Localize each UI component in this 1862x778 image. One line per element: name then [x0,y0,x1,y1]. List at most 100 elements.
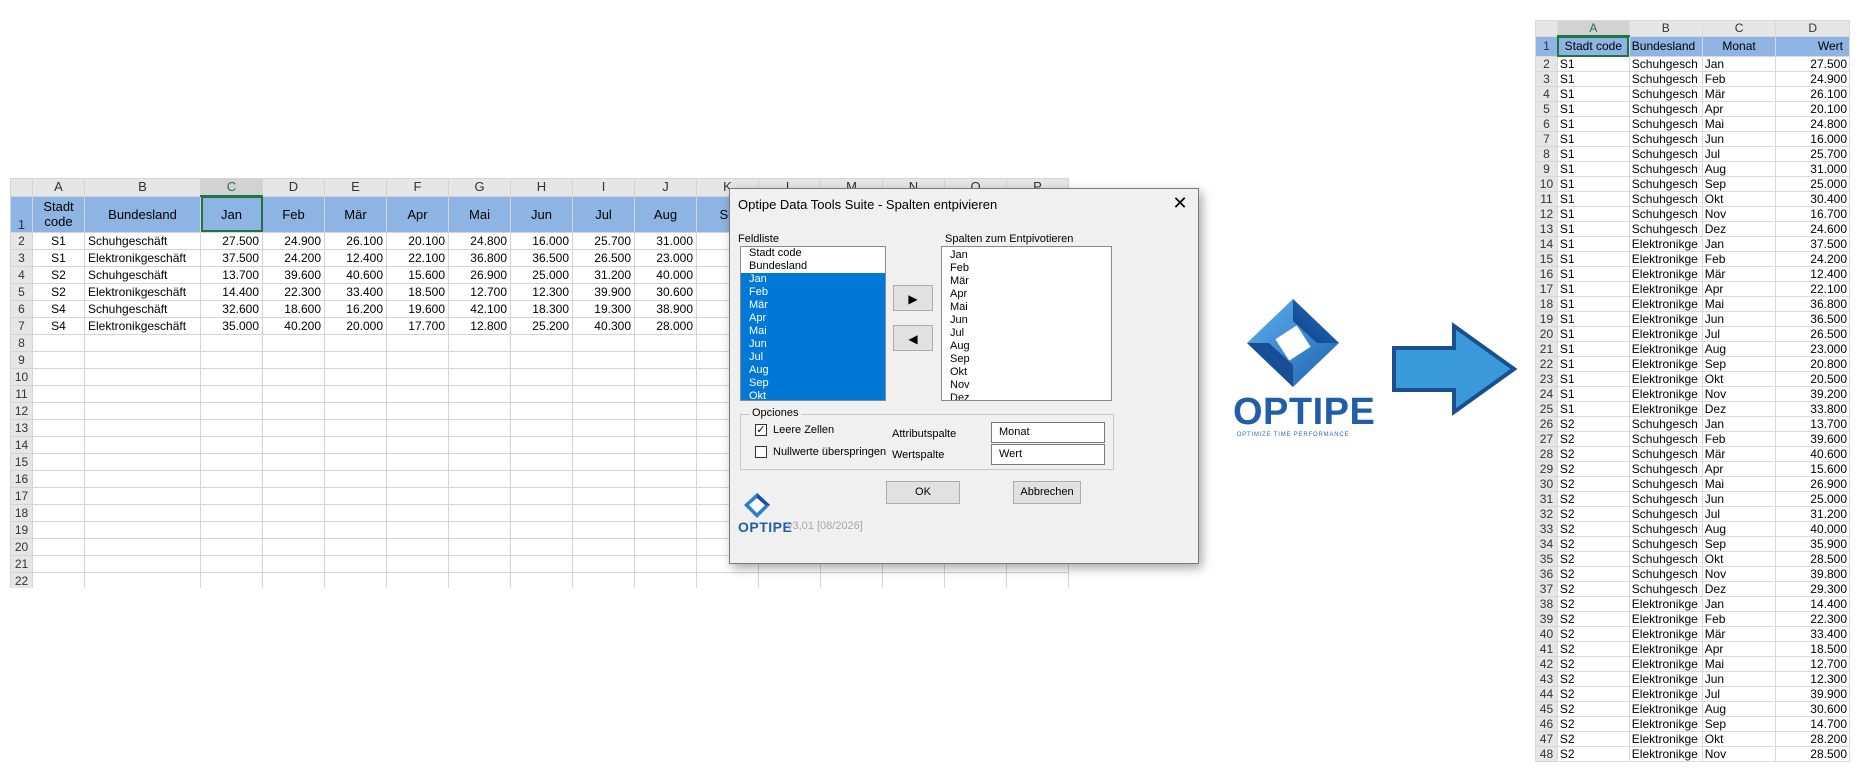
field-list-item[interactable]: Bundesland [741,260,885,273]
cell-value[interactable]: 39.900 [572,282,635,301]
cell[interactable] [32,486,85,505]
cell-value[interactable]: 20.100 [386,231,449,250]
row-header[interactable]: 11 [1535,191,1558,207]
unpivot-list-item[interactable]: Okt [942,366,1111,379]
cell[interactable] [324,384,387,403]
cell[interactable] [200,469,263,488]
skip-null-checkbox[interactable]: Nullwerte überspringen [755,446,886,458]
cell-bundesland[interactable]: Elektronikge [1628,746,1703,762]
row-header[interactable]: 16 [10,469,33,488]
cell[interactable] [84,333,201,352]
cell-monat[interactable]: Okt [1701,731,1777,747]
cell[interactable] [262,435,325,454]
cell-wert[interactable]: 26.100 [1775,86,1850,102]
cell-stadt-code[interactable]: S1 [1556,131,1630,147]
cell[interactable] [84,350,201,369]
cell[interactable] [696,571,759,588]
cell[interactable] [84,384,201,403]
cell[interactable] [200,367,263,386]
row-header[interactable]: 34 [1535,536,1558,552]
cell-monat[interactable]: Feb [1701,251,1777,267]
cell-wert[interactable]: 39.200 [1775,386,1850,402]
unpivot-list[interactable]: Jan Feb Mär Apr Mai Jun Jul Aug Sep Okt Nov Dez [941,246,1112,401]
cell[interactable] [510,571,573,588]
cell-stadt-code[interactable]: S2 [1556,611,1630,627]
cell-wert[interactable]: 16.000 [1775,131,1850,147]
cell-wert[interactable]: 30.400 [1775,191,1850,207]
row-header[interactable]: 45 [1535,701,1558,717]
cell-bundesland[interactable]: Schuhgesch [1628,506,1703,522]
active-cell[interactable]: Jan [200,195,263,233]
cell-monat[interactable]: Jan [1701,596,1777,612]
cell[interactable] [84,401,201,420]
cell-stadt-code[interactable]: S1 [1556,266,1630,282]
cell-wert[interactable]: 20.500 [1775,371,1850,387]
cell-stadt-code[interactable]: S2 [1556,491,1630,507]
cell-stadt-code[interactable]: S2 [1556,566,1630,582]
cell-stadt-code[interactable]: S1 [1556,296,1630,312]
cell-monat[interactable]: Apr [1701,101,1777,117]
cell-wert[interactable]: 26.500 [1775,326,1850,342]
cell[interactable] [448,469,511,488]
cell[interactable] [448,486,511,505]
cell-value[interactable]: 26.100 [324,231,387,250]
cell[interactable] [262,333,325,352]
cell[interactable] [32,384,85,403]
cell[interactable] [32,554,85,573]
empty-cells-checkbox[interactable]: ✓ Leere Zellen [755,424,834,436]
cell-wert[interactable]: 36.500 [1775,311,1850,327]
cell-wert[interactable]: 31.000 [1775,161,1850,177]
cell-bundesland[interactable]: Elektronikge [1628,311,1703,327]
cell-bundesland[interactable]: Schuhgesch [1628,86,1703,102]
cell-bundesland[interactable]: Schuhgesch [1628,416,1703,432]
field-list-item[interactable]: Mär [741,299,885,312]
header-cell[interactable]: Jun [510,195,573,233]
cell[interactable] [572,401,635,420]
cell[interactable] [32,469,85,488]
cell-stadt-code[interactable]: S1 [1556,206,1630,222]
unpivot-list-item[interactable]: Jun [942,314,1111,327]
cell-value[interactable]: 22.100 [386,248,449,267]
cell[interactable] [572,367,635,386]
cell-monat[interactable]: Aug [1701,701,1777,717]
field-list-item[interactable]: Okt [741,390,885,400]
cell-monat[interactable]: Sep [1701,536,1777,552]
header-cell[interactable]: Aug [634,195,697,233]
cell[interactable] [510,350,573,369]
cell-stadt-code[interactable]: S1 [32,231,85,250]
cell[interactable] [84,503,201,522]
cell[interactable] [262,520,325,539]
cell[interactable] [32,520,85,539]
cell[interactable] [262,486,325,505]
col-header[interactable]: C [1701,20,1777,37]
cell-value[interactable]: 42.100 [448,299,511,318]
cell[interactable] [200,401,263,420]
cell-value[interactable]: 22.300 [262,282,325,301]
cell[interactable] [32,452,85,471]
cell-value[interactable]: 17.700 [386,316,449,335]
cell-bundesland[interactable]: Elektronikgeschäft [84,316,201,335]
cell-stadt-code[interactable]: S1 [1556,236,1630,252]
cell-value[interactable]: 12.300 [510,282,573,301]
row-header[interactable]: 18 [1535,296,1558,312]
cell-monat[interactable]: Jul [1701,146,1777,162]
cell[interactable] [84,537,201,556]
row-header[interactable]: 13 [10,418,33,437]
cell-monat[interactable]: Jun [1701,311,1777,327]
row-header[interactable]: 1 [10,195,33,233]
row-header[interactable]: 47 [1535,731,1558,747]
cell-bundesland[interactable]: Elektronikge [1628,266,1703,282]
cell[interactable] [510,486,573,505]
cell-stadt-code[interactable]: S2 [1556,596,1630,612]
cell[interactable] [32,418,85,437]
select-all-corner[interactable] [1535,20,1558,37]
cell[interactable] [448,435,511,454]
cell-stadt-code[interactable]: S1 [1556,326,1630,342]
cell[interactable] [448,537,511,556]
row-header[interactable]: 10 [1535,176,1558,192]
cell-bundesland[interactable]: Schuhgeschäft [84,299,201,318]
cell-bundesland[interactable]: Schuhgesch [1628,536,1703,552]
select-all-corner[interactable] [10,178,33,197]
cell[interactable] [84,486,201,505]
cell-wert[interactable]: 31.200 [1775,506,1850,522]
